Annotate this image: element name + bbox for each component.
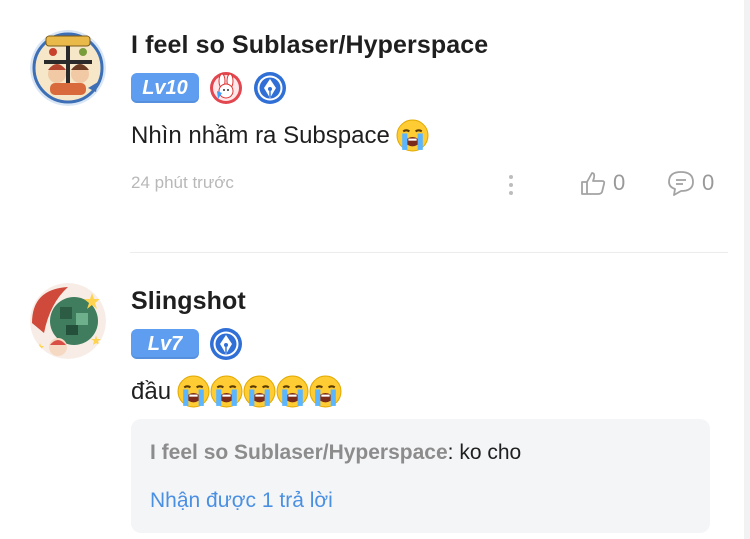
comment-body: đầu	[131, 377, 172, 405]
comment-item: Slingshot Lv7 đầu I feel so Sublaser/Hyp…	[0, 253, 744, 539]
loudly-crying-face-icon	[309, 375, 342, 408]
level-badge: Lv7	[131, 329, 199, 359]
view-replies-link[interactable]: Nhận được 1 trả lời	[150, 489, 333, 513]
comment-bubble-icon	[668, 171, 694, 196]
comment-text: Nhìn nhầm ra Subspace	[131, 119, 429, 152]
username[interactable]: I feel so Sublaser/Hyperspace	[131, 31, 488, 60]
badge-row: Lv7	[131, 327, 243, 361]
avatar[interactable]	[30, 283, 106, 359]
loudly-crying-face-icon	[396, 119, 429, 152]
emoji-group	[177, 375, 342, 408]
more-options-icon[interactable]	[504, 173, 518, 197]
quote-text: ko cho	[459, 441, 522, 464]
level-badge: Lv10	[131, 73, 199, 103]
reply-count: 0	[702, 170, 715, 195]
comment-body: Nhìn nhầm ra Subspace	[131, 121, 390, 149]
like-count: 0	[613, 170, 626, 195]
avatar[interactable]	[30, 30, 106, 106]
thumbs-up-icon	[581, 172, 606, 195]
reply-button[interactable]: 0	[666, 170, 714, 196]
loudly-crying-face-icon	[210, 375, 243, 408]
quote-line: I feel so Sublaser/Hyperspace: ko cho	[150, 441, 521, 465]
comment-meta: 24 phút trước 0 0	[131, 170, 721, 198]
pen-nib-badge-icon	[254, 72, 286, 104]
quote-separator: :	[447, 441, 454, 464]
timestamp: 24 phút trước	[131, 173, 234, 192]
pen-nib-badge-icon	[210, 328, 242, 360]
quote-author[interactable]: I feel so Sublaser/Hyperspace	[150, 441, 448, 464]
like-button[interactable]: 0	[579, 170, 625, 196]
username[interactable]: Slingshot	[131, 287, 246, 316]
loudly-crying-face-icon	[276, 375, 309, 408]
loudly-crying-face-icon	[177, 375, 210, 408]
comment-item: I feel so Sublaser/Hyperspace Lv10 Nhìn …	[0, 0, 744, 252]
comment-text: đầu	[131, 375, 342, 408]
rabbit-badge-icon	[210, 72, 242, 104]
scrollbar-track	[744, 0, 750, 539]
quoted-reply[interactable]: I feel so Sublaser/Hyperspace: ko cho Nh…	[131, 419, 710, 533]
badge-row: Lv10	[131, 71, 287, 105]
loudly-crying-face-icon	[243, 375, 276, 408]
